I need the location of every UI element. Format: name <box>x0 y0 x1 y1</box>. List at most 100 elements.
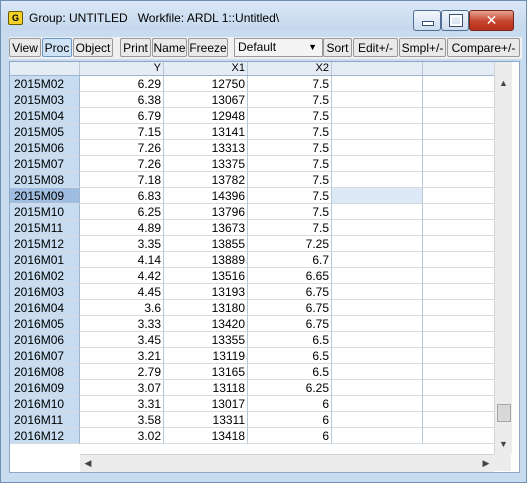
cell-y[interactable]: 4.45 <box>80 284 164 300</box>
row-label[interactable]: 2016M04 <box>10 300 80 316</box>
cell-x1[interactable]: 13180 <box>164 300 248 316</box>
table-row[interactable]: 2016M07 3.21 13119 6.5 <box>10 348 494 364</box>
empty-cell[interactable] <box>423 300 494 316</box>
empty-cell[interactable] <box>423 220 494 236</box>
empty-cell[interactable] <box>423 268 494 284</box>
name-button[interactable]: Name <box>152 38 187 57</box>
empty-cell[interactable] <box>332 140 423 156</box>
smpl-toggle-button[interactable]: Smpl+/- <box>399 38 446 57</box>
cell-y[interactable]: 3.33 <box>80 316 164 332</box>
cell-y[interactable]: 4.42 <box>80 268 164 284</box>
column-header-empty[interactable] <box>332 62 423 75</box>
row-label[interactable]: 2016M09 <box>10 380 80 396</box>
empty-cell[interactable] <box>423 364 494 380</box>
cell-y[interactable]: 3.58 <box>80 412 164 428</box>
row-label[interactable]: 2015M09 <box>10 188 80 204</box>
empty-cell[interactable] <box>423 252 494 268</box>
empty-cell[interactable] <box>332 268 423 284</box>
empty-cell[interactable] <box>332 252 423 268</box>
empty-cell[interactable] <box>423 124 494 140</box>
cell-x2[interactable]: 6.75 <box>248 284 332 300</box>
cell-y[interactable]: 6.25 <box>80 204 164 220</box>
cell-x2[interactable]: 6.75 <box>248 316 332 332</box>
row-label[interactable]: 2015M11 <box>10 220 80 236</box>
empty-cell[interactable] <box>332 156 423 172</box>
table-row[interactable]: 2015M02 6.29 12750 7.5 <box>10 76 494 92</box>
cell-y[interactable]: 6.38 <box>80 92 164 108</box>
row-label[interactable]: 2016M11 <box>10 412 80 428</box>
empty-cell[interactable] <box>332 300 423 316</box>
cell-x1[interactable]: 14396 <box>164 188 248 204</box>
cell-x2[interactable]: 7.5 <box>248 156 332 172</box>
table-row[interactable]: 2015M04 6.79 12948 7.5 <box>10 108 494 124</box>
cell-x1[interactable]: 13889 <box>164 252 248 268</box>
row-label[interactable]: 2015M08 <box>10 172 80 188</box>
row-label[interactable]: 2015M03 <box>10 92 80 108</box>
empty-cell[interactable] <box>332 204 423 220</box>
cell-x1[interactable]: 13420 <box>164 316 248 332</box>
cell-y[interactable]: 7.15 <box>80 124 164 140</box>
empty-cell[interactable] <box>423 284 494 300</box>
cell-y[interactable]: 3.35 <box>80 236 164 252</box>
row-label[interactable]: 2015M10 <box>10 204 80 220</box>
print-button[interactable]: Print <box>120 38 151 57</box>
horizontal-scrollbar[interactable]: ◀ ▶ <box>80 454 494 472</box>
table-row[interactable]: 2016M03 4.45 13193 6.75 <box>10 284 494 300</box>
table-row[interactable]: 2015M11 4.89 13673 7.5 <box>10 220 494 236</box>
column-header-y[interactable]: Y <box>80 62 164 75</box>
empty-cell[interactable] <box>332 348 423 364</box>
empty-cell[interactable] <box>332 188 423 204</box>
table-row[interactable]: 2016M06 3.45 13355 6.5 <box>10 332 494 348</box>
cell-y[interactable]: 3.45 <box>80 332 164 348</box>
empty-cell[interactable] <box>332 76 423 92</box>
display-format-select[interactable]: Default ▼ <box>234 38 323 57</box>
edit-toggle-button[interactable]: Edit+/- <box>353 38 398 57</box>
empty-cell[interactable] <box>423 92 494 108</box>
empty-cell[interactable] <box>423 188 494 204</box>
table-row[interactable]: 2016M04 3.6 13180 6.75 <box>10 300 494 316</box>
row-label[interactable]: 2015M06 <box>10 140 80 156</box>
scroll-down-icon[interactable]: ▼ <box>495 436 512 452</box>
row-label[interactable]: 2016M12 <box>10 428 80 444</box>
empty-cell[interactable] <box>332 220 423 236</box>
empty-cell[interactable] <box>423 156 494 172</box>
close-button[interactable]: ✕ <box>469 10 514 31</box>
title-bar[interactable]: G Group: UNTITLED Workfile: ARDL 1::Unti… <box>1 1 526 31</box>
cell-y[interactable]: 6.29 <box>80 76 164 92</box>
empty-cell[interactable] <box>332 332 423 348</box>
row-label[interactable]: 2015M07 <box>10 156 80 172</box>
cell-x1[interactable]: 13165 <box>164 364 248 380</box>
cell-x2[interactable]: 7.5 <box>248 220 332 236</box>
cell-y[interactable]: 7.26 <box>80 140 164 156</box>
table-row[interactable]: 2016M05 3.33 13420 6.75 <box>10 316 494 332</box>
table-row[interactable]: 2016M12 3.02 13418 6 <box>10 428 494 444</box>
sort-button[interactable]: Sort <box>323 38 352 57</box>
compare-toggle-button[interactable]: Compare+/- <box>447 38 520 57</box>
table-row[interactable]: 2015M05 7.15 13141 7.5 <box>10 124 494 140</box>
cell-x1[interactable]: 13313 <box>164 140 248 156</box>
empty-cell[interactable] <box>332 108 423 124</box>
empty-cell[interactable] <box>423 108 494 124</box>
scroll-left-icon[interactable]: ◀ <box>80 455 96 472</box>
cell-x2[interactable]: 7.5 <box>248 92 332 108</box>
cell-x2[interactable]: 6.7 <box>248 252 332 268</box>
row-label[interactable]: 2015M12 <box>10 236 80 252</box>
table-row[interactable]: 2015M10 6.25 13796 7.5 <box>10 204 494 220</box>
empty-cell[interactable] <box>332 172 423 188</box>
row-label[interactable]: 2016M01 <box>10 252 80 268</box>
table-row[interactable]: 2016M11 3.58 13311 6 <box>10 412 494 428</box>
cell-x1[interactable]: 13017 <box>164 396 248 412</box>
cell-x2[interactable]: 6.5 <box>248 348 332 364</box>
cell-x1[interactable]: 13119 <box>164 348 248 364</box>
row-label[interactable]: 2016M08 <box>10 364 80 380</box>
cell-x2[interactable]: 7.25 <box>248 236 332 252</box>
vertical-scroll-thumb[interactable] <box>497 404 511 422</box>
cell-x1[interactable]: 13311 <box>164 412 248 428</box>
cell-x1[interactable]: 13067 <box>164 92 248 108</box>
vertical-scrollbar[interactable]: ▲ ▼ <box>494 62 512 454</box>
empty-cell[interactable] <box>423 348 494 364</box>
cell-y[interactable]: 3.07 <box>80 380 164 396</box>
row-label[interactable]: 2016M07 <box>10 348 80 364</box>
column-header-empty[interactable] <box>423 62 494 75</box>
cell-x2[interactable]: 7.5 <box>248 76 332 92</box>
